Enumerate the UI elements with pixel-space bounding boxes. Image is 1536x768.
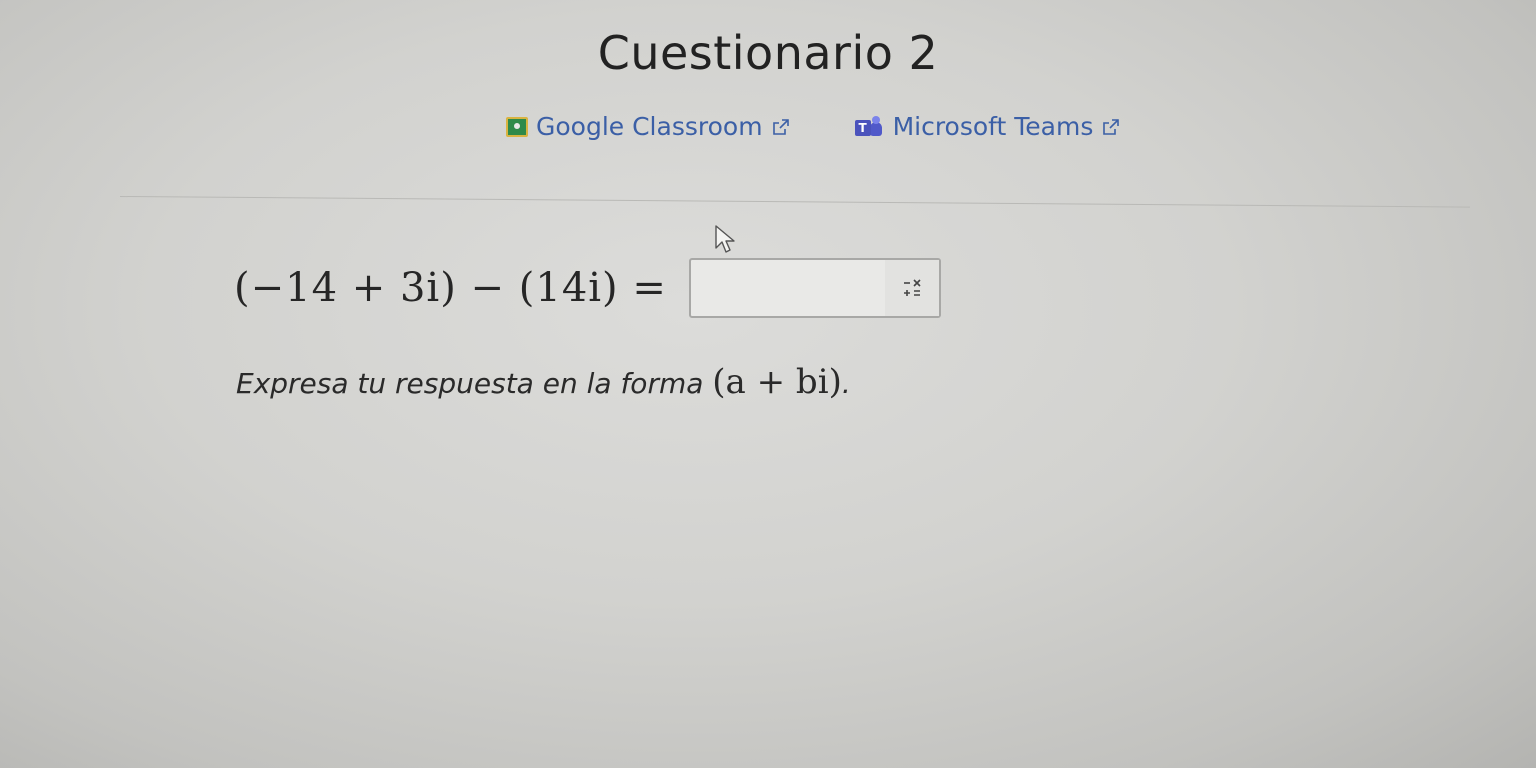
question-row: (−14 + 3i) − (14i) = <box>234 258 941 318</box>
equation-text: (−14 + 3i) − (14i) = <box>234 265 667 311</box>
microsoft-teams-link[interactable]: T Microsoft Teams <box>854 112 1122 141</box>
instruction-math: (a + bi) <box>712 362 842 402</box>
answer-box <box>688 258 941 318</box>
microsoft-teams-icon: T <box>854 115 885 138</box>
instruction-end: . <box>841 367 851 400</box>
google-classroom-label: Google Classroom <box>536 112 763 141</box>
external-link-icon <box>1103 118 1120 135</box>
share-links: Google Classroom T Microsoft Teams <box>506 112 1121 141</box>
instruction-text: Expresa tu respuesta en la forma <box>236 367 704 400</box>
section-divider <box>119 196 1470 208</box>
external-link-icon <box>772 118 789 135</box>
instructions: Expresa tu respuesta en la forma (a + bi… <box>236 362 851 402</box>
math-palette-icon <box>903 279 921 296</box>
google-classroom-link[interactable]: Google Classroom <box>506 112 791 141</box>
mouse-cursor-icon <box>715 225 735 253</box>
page-title: Cuestionario 2 <box>597 26 939 80</box>
google-classroom-icon <box>506 116 528 137</box>
microsoft-teams-label: Microsoft Teams <box>892 112 1094 141</box>
math-palette-button[interactable] <box>884 260 939 316</box>
answer-input[interactable] <box>690 260 887 316</box>
quiz-page: Cuestionario 2 Google Classroom T Micros… <box>0 0 1536 768</box>
